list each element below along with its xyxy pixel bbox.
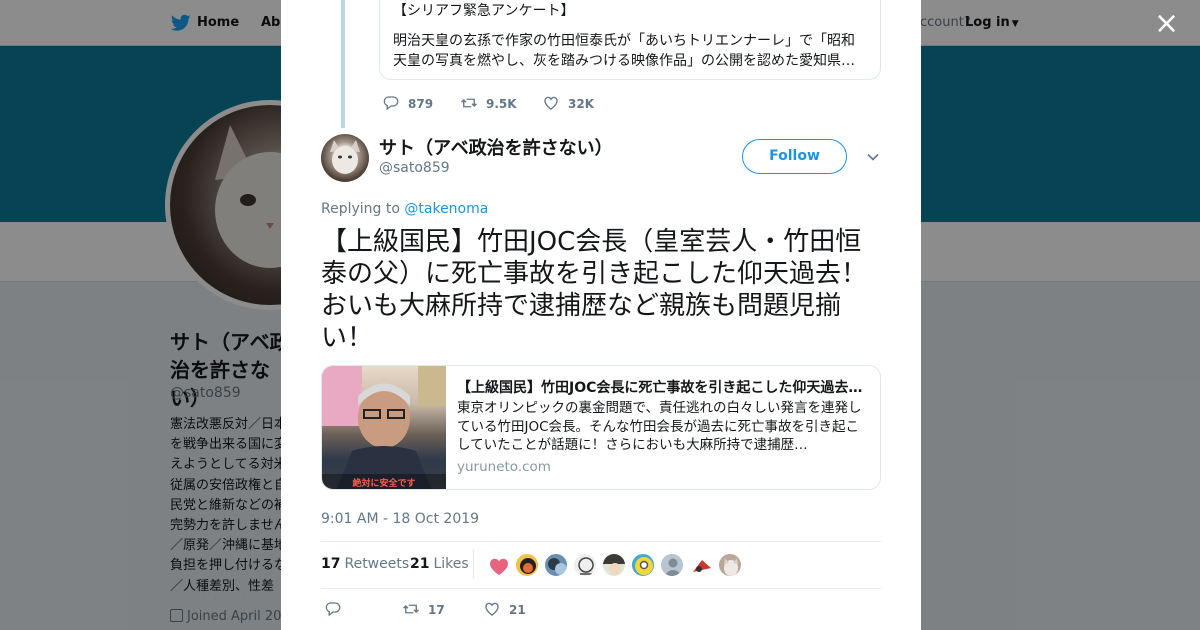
tweet-timestamp[interactable]: 9:01 AM - 18 Oct 2019 <box>321 511 479 527</box>
anime-avatar <box>603 554 625 575</box>
cat-photo-small <box>330 140 360 174</box>
cartoon-avatar <box>520 558 536 574</box>
link-card-thumbnail: 絶対に安全です <box>322 366 446 489</box>
liker-avatar[interactable] <box>631 553 655 577</box>
liker-avatar[interactable] <box>689 553 713 577</box>
reply-icon <box>383 96 399 111</box>
link-card-title: 【上級国民】竹田JOC会長に死亡事故を引き起こした仰天過去… <box>457 380 863 396</box>
stats-divider <box>473 549 474 579</box>
like-stat-label: Likes <box>433 556 469 572</box>
illustration-avatar <box>693 560 711 572</box>
cat-avatar <box>724 558 738 576</box>
liker-avatar[interactable] <box>544 553 568 577</box>
retweet-stat-count: 17 <box>321 556 341 572</box>
replying-to: Replying to @takenoma <box>321 201 488 217</box>
retweet-count: 17 <box>428 603 445 617</box>
default-avatar <box>665 558 681 576</box>
retweet-stats[interactable]: 17 Retweets <box>321 556 409 572</box>
like-stats[interactable]: 21 Likes <box>410 556 469 572</box>
thread-connector-line <box>341 0 345 128</box>
divider-bottom <box>321 588 881 589</box>
tweet-text: 【上級国民】竹田JOC会長（皇室芸人・竹田恒泰の父）に死亡事故を引き起こした仰天… <box>321 227 868 353</box>
retweet-action[interactable]: 17 <box>402 600 445 618</box>
prev-retweet-action[interactable]: 9.5K <box>460 94 517 112</box>
prev-like-action[interactable]: 32K <box>542 94 594 112</box>
author-handle[interactable]: @sato859 <box>379 160 450 176</box>
replying-prefix: Replying to <box>321 201 405 217</box>
retweet-icon <box>403 604 419 614</box>
author-avatar[interactable] <box>321 134 369 182</box>
retweet-icon <box>461 98 477 108</box>
retweet-stat-label: Retweets <box>344 556 410 572</box>
liker-avatar[interactable] <box>515 553 539 577</box>
photo-avatar <box>548 558 567 575</box>
author-name[interactable]: サト（アベ政治を許さない） <box>379 134 613 160</box>
prev-reply-action[interactable]: 879 <box>382 94 433 112</box>
replying-to-link[interactable]: @takenoma <box>404 201 488 217</box>
prev-reply-count: 879 <box>408 97 434 111</box>
chevron-down-icon[interactable] <box>866 150 880 164</box>
link-card-description: 東京オリンピックの裏金問題で、責任逃れの白々しい発言を連発している竹田JOC会長… <box>457 400 862 453</box>
heart-icon <box>544 96 558 110</box>
quote-card-line-1: 【シリアフ緊急アンケート】 <box>393 3 575 19</box>
like-action[interactable]: 21 <box>483 600 526 618</box>
liker-avatar[interactable] <box>486 553 510 577</box>
news-photo: 絶対に安全です <box>322 366 446 489</box>
link-card-domain: yuruneto.com <box>457 459 551 475</box>
like-count: 21 <box>509 603 526 617</box>
liker-avatar[interactable] <box>718 553 742 577</box>
follow-button[interactable]: Follow <box>742 139 847 174</box>
heart-sticker-avatar <box>490 558 508 575</box>
reply-action[interactable] <box>324 600 350 618</box>
liker-avatar[interactable] <box>660 553 684 577</box>
minion-avatar <box>635 557 653 575</box>
prev-retweet-count: 9.5K <box>486 97 517 111</box>
sketch-avatar <box>578 557 594 575</box>
heart-icon <box>485 602 499 616</box>
like-stat-count: 21 <box>410 556 430 572</box>
tweet-modal: 【シリアフ緊急アンケート】 明治天皇の玄孫で作家の竹田恒泰氏が「あいちトリエンナ… <box>281 0 921 630</box>
liker-avatar[interactable] <box>602 553 626 577</box>
previous-tweet-quote-card[interactable]: 【シリアフ緊急アンケート】 明治天皇の玄孫で作家の竹田恒泰氏が「あいちトリエンナ… <box>379 0 881 80</box>
link-preview-card[interactable]: 絶対に安全です 【上級国民】竹田JOC会長に死亡事故を引き起こした仰天過去… 東… <box>321 365 881 490</box>
reply-icon <box>325 602 341 617</box>
tweet-actions: 17 21 <box>321 600 621 620</box>
quote-card-line-2: 明治天皇の玄孫で作家の竹田恒泰氏が「あいちトリエンナーレ」で「昭和天皇の写真を燃… <box>393 33 855 69</box>
news-photo-caption: 絶対に安全です <box>352 477 415 489</box>
prev-like-count: 32K <box>568 97 594 111</box>
liker-avatar[interactable] <box>573 553 597 577</box>
divider-top <box>321 541 881 542</box>
close-icon[interactable]: × <box>1154 9 1179 39</box>
